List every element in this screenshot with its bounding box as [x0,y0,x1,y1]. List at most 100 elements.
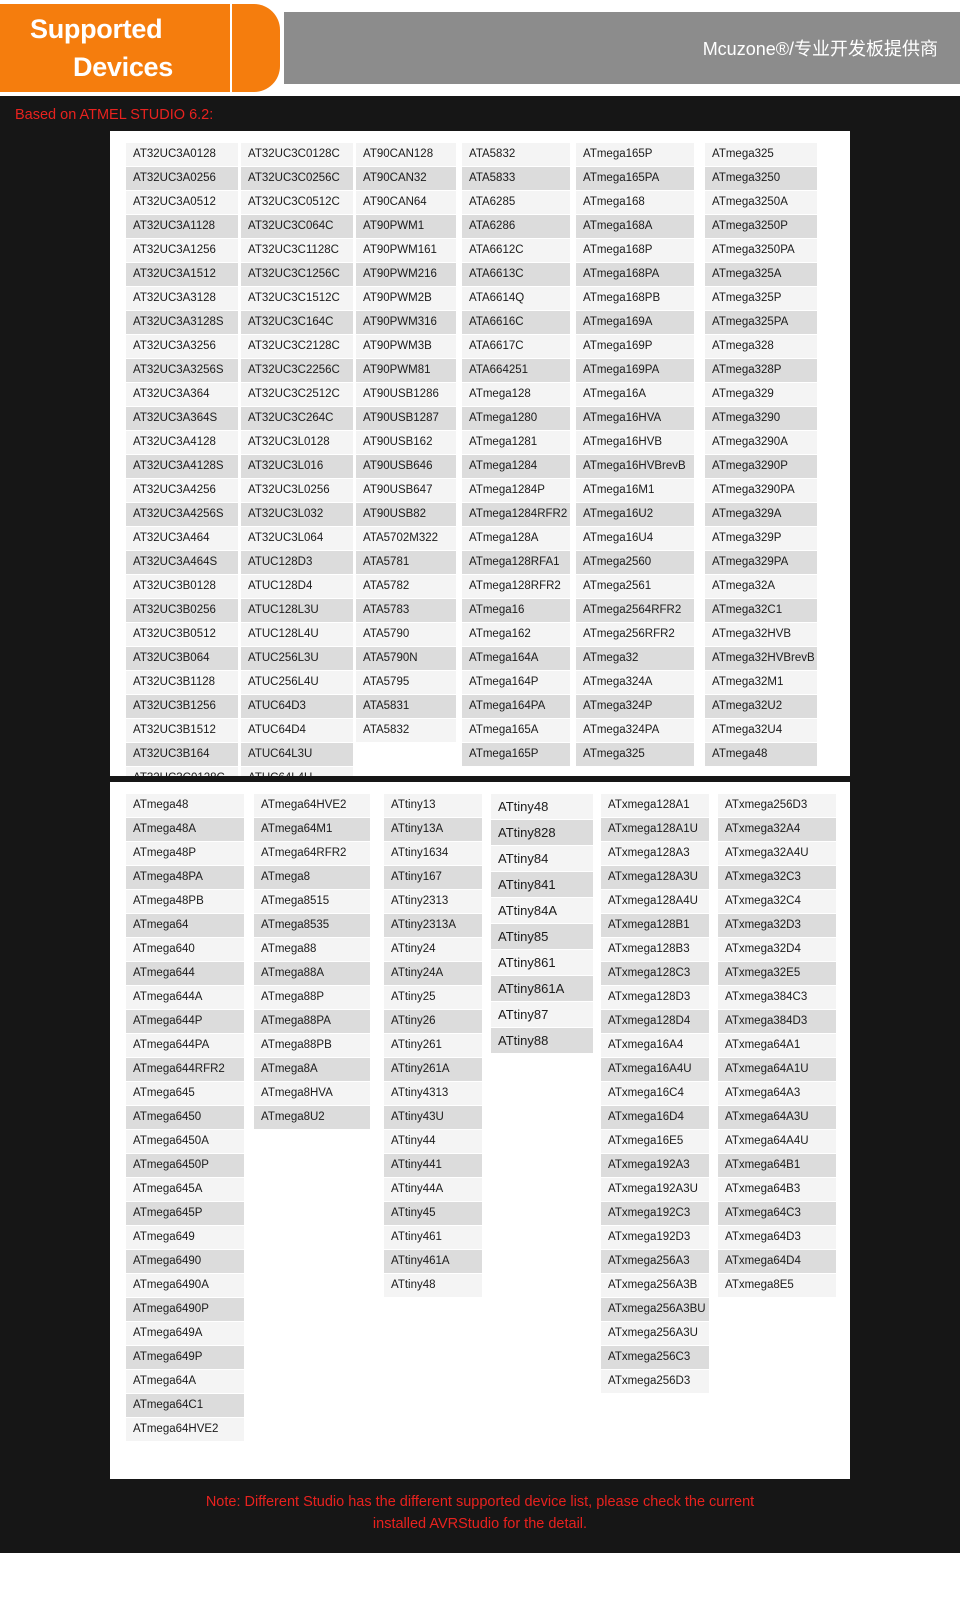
device-item[interactable]: ATxmega256D3 [718,794,836,818]
device-item[interactable]: ATmega64HVE2 [126,1418,244,1442]
device-item[interactable]: ATmega645A [126,1178,244,1202]
device-item[interactable]: ATmega329PA [705,551,817,575]
device-item[interactable]: ATmega1280 [462,407,570,431]
device-item[interactable]: AT90CAN64 [356,191,456,215]
device-item[interactable]: AT32UC3L0256 [241,479,353,503]
device-item[interactable]: ATA6285 [462,191,570,215]
device-item[interactable]: AT32UC3A0256 [126,167,238,191]
device-item[interactable]: ATmega645 [126,1082,244,1106]
device-item[interactable]: AT32UC3C0128C [241,143,353,167]
device-item[interactable]: AT32UC3A4128S [126,455,238,479]
device-item[interactable]: AT32UC3C0256C [241,167,353,191]
device-item[interactable]: AT32UC3C1128C [241,239,353,263]
device-item[interactable]: AT90USB162 [356,431,456,455]
device-item[interactable]: ATmega128A [462,527,570,551]
device-item[interactable]: AT32UC3A3256 [126,335,238,359]
device-item[interactable]: ATtiny26 [384,1010,482,1034]
device-item[interactable]: ATxmega128D3 [601,986,709,1010]
device-item[interactable]: ATmega16U2 [576,503,694,527]
device-item[interactable]: ATxmega16C4 [601,1082,709,1106]
device-item[interactable]: ATmega3250 [705,167,817,191]
device-item[interactable]: ATmega32HVBrevB [705,647,817,671]
device-item[interactable]: ATUC128D3 [241,551,353,575]
device-item[interactable]: AT32UC3A464S [126,551,238,575]
device-item[interactable]: AT32UC3B0128 [126,575,238,599]
device-item[interactable]: ATtiny43U [384,1106,482,1130]
device-item[interactable]: ATUC128D4 [241,575,353,599]
device-item[interactable]: ATUC128L3U [241,599,353,623]
device-item[interactable]: AT32UC3C0512C [241,191,353,215]
device-item[interactable]: ATmega6490A [126,1274,244,1298]
device-item[interactable]: ATmega88 [254,938,370,962]
device-item[interactable]: AT32UC3A4256S [126,503,238,527]
device-item[interactable]: ATmega324A [576,671,694,695]
device-item[interactable]: ATmega325 [576,743,694,767]
device-item[interactable]: ATxmega32E5 [718,962,836,986]
device-item[interactable]: ATtiny13 [384,794,482,818]
device-item[interactable]: ATmega48 [705,743,817,767]
device-item[interactable]: ATmega6490P [126,1298,244,1322]
device-item[interactable]: ATmega169P [576,335,694,359]
device-item[interactable]: ATmega6450P [126,1154,244,1178]
device-item[interactable]: ATxmega256A3BU [601,1298,709,1322]
device-item[interactable]: ATmega64C1 [126,1394,244,1418]
device-item[interactable]: AT90USB647 [356,479,456,503]
device-item[interactable]: ATxmega64A3 [718,1082,836,1106]
device-item[interactable]: AT32UC3C2512C [241,383,353,407]
device-item[interactable]: ATmega1284RFR2 [462,503,570,527]
device-item[interactable]: ATmega325P [705,287,817,311]
device-item[interactable]: ATmega169PA [576,359,694,383]
device-item[interactable]: ATmega32M1 [705,671,817,695]
device-item[interactable]: ATmega6490 [126,1250,244,1274]
device-item[interactable]: ATmega325PA [705,311,817,335]
device-item[interactable]: ATA5783 [356,599,456,623]
device-item[interactable]: AT32UC3B0512 [126,623,238,647]
device-item[interactable]: ATmega168A [576,215,694,239]
device-item[interactable]: AT32UC3C2256C [241,359,353,383]
device-item[interactable]: AT32UC3B1512 [126,719,238,743]
device-item[interactable]: ATtiny85 [491,924,593,950]
device-item[interactable]: ATUC256L3U [241,647,353,671]
device-item[interactable]: AT32UC3B064 [126,647,238,671]
device-item[interactable]: ATmega649A [126,1322,244,1346]
device-item[interactable]: ATmega64A [126,1370,244,1394]
device-item[interactable]: ATmega324P [576,695,694,719]
device-item[interactable]: ATtiny2313 [384,890,482,914]
device-item[interactable]: ATA6614Q [462,287,570,311]
device-item[interactable]: ATtiny841 [491,872,593,898]
device-item[interactable]: AT32UC3B1256 [126,695,238,719]
device-item[interactable]: ATmega128RFR2 [462,575,570,599]
device-item[interactable]: ATmega1284P [462,479,570,503]
device-item[interactable]: ATmega64HVE2 [254,794,370,818]
device-item[interactable]: ATxmega128C3 [601,962,709,986]
device-item[interactable]: AT32UC3C164C [241,311,353,335]
device-item[interactable]: ATmega165A [462,719,570,743]
device-item[interactable]: ATmega16A [576,383,694,407]
device-item[interactable]: AT32UC3A3128S [126,311,238,335]
device-item[interactable]: ATtiny48 [491,794,593,820]
device-item[interactable]: ATA664251 [462,359,570,383]
device-item[interactable]: ATA6617C [462,335,570,359]
device-item[interactable]: ATxmega128D4 [601,1010,709,1034]
device-item[interactable]: AT32UC3C264C [241,407,353,431]
device-item[interactable]: AT32UC3A3256S [126,359,238,383]
device-item[interactable]: ATtiny87 [491,1002,593,1028]
device-item[interactable]: ATA5790N [356,647,456,671]
device-item[interactable]: ATmega329A [705,503,817,527]
device-item[interactable]: ATxmega16D4 [601,1106,709,1130]
device-item[interactable]: AT32UC3L016 [241,455,353,479]
device-item[interactable]: ATtiny861 [491,950,593,976]
device-item[interactable]: ATtiny861A [491,976,593,1002]
device-item[interactable]: ATmega164P [462,671,570,695]
device-item[interactable]: AT32UC3C1256C [241,263,353,287]
device-item[interactable]: ATA5833 [462,167,570,191]
device-item[interactable]: ATUC64L4U [241,767,353,776]
device-item[interactable]: ATmega2561 [576,575,694,599]
device-item[interactable]: ATxmega64D4 [718,1250,836,1274]
device-item[interactable]: ATmega6450A [126,1130,244,1154]
device-item[interactable]: ATxmega64B1 [718,1154,836,1178]
device-item[interactable]: ATmega328P [705,359,817,383]
device-item[interactable]: ATtiny2313A [384,914,482,938]
device-item[interactable]: AT32UC3A364 [126,383,238,407]
device-item[interactable]: ATmega32HVB [705,623,817,647]
